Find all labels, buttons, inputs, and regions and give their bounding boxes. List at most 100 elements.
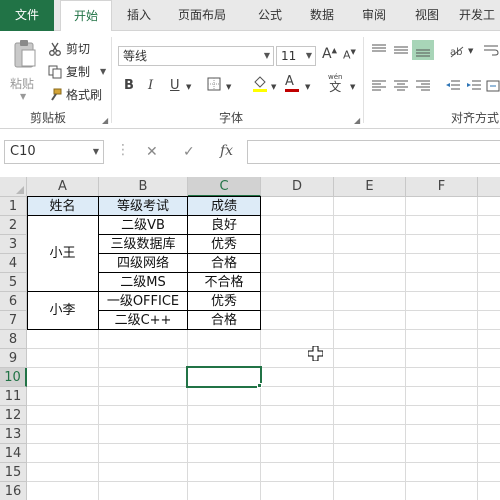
italic-button[interactable]: I (148, 78, 153, 93)
orientation-button[interactable]: ab (449, 43, 467, 63)
chevron-down-icon[interactable]: ▼ (305, 83, 310, 91)
column-header[interactable] (478, 177, 500, 197)
cell-b7[interactable]: 二级C++ (99, 311, 187, 330)
row-header[interactable]: 8 (0, 330, 27, 349)
paste-label[interactable]: 粘贴 (10, 75, 34, 92)
active-cell-c10[interactable] (186, 366, 262, 388)
tab-review[interactable]: 审阅 (352, 0, 396, 31)
cell-c3[interactable]: 优秀 (188, 235, 260, 254)
row-header[interactable]: 1 (0, 197, 27, 216)
row-header[interactable]: 3 (0, 235, 27, 254)
row-header[interactable]: 2 (0, 216, 27, 235)
align-left-button[interactable] (371, 79, 387, 97)
cell-a1[interactable]: 姓名 (27, 197, 98, 216)
cell-c1[interactable]: 成绩 (188, 197, 260, 216)
align-middle-button[interactable] (393, 43, 409, 61)
increase-indent-button[interactable] (466, 79, 482, 97)
dialog-launcher-icon[interactable]: ◢ (102, 116, 108, 125)
cell-c6[interactable]: 优秀 (188, 292, 260, 311)
row-header[interactable]: 7 (0, 311, 27, 330)
fill-color-button[interactable] (252, 75, 268, 97)
font-color-button[interactable]: A (285, 75, 299, 92)
column-header[interactable]: E (334, 177, 406, 197)
close-icon[interactable]: ✕ (146, 144, 158, 160)
row-header[interactable]: 4 (0, 254, 27, 273)
cell-c2[interactable]: 良好 (188, 216, 260, 235)
phonetic-guide-button[interactable]: wén 文 (328, 73, 342, 94)
chevron-down-icon[interactable]: ▼ (468, 47, 473, 55)
cell-c4[interactable]: 合格 (188, 254, 260, 273)
tab-view[interactable]: 视图 (405, 0, 449, 31)
row-header[interactable]: 12 (0, 406, 27, 425)
row-header[interactable]: 6 (0, 292, 27, 311)
tab-home[interactable]: 开始 (60, 0, 112, 32)
copy-button[interactable]: 复制 ▼ (48, 63, 106, 80)
shrink-font-button[interactable]: A▼ (343, 48, 356, 62)
align-top-button[interactable] (371, 43, 387, 61)
dialog-launcher-icon[interactable]: ◢ (354, 116, 360, 125)
fill-handle[interactable] (257, 383, 262, 388)
cut-button[interactable]: 剪切 (48, 40, 90, 57)
chevron-down-icon[interactable]: ▼ (100, 67, 106, 76)
cell-b6[interactable]: 一级OFFICE (99, 292, 187, 311)
column-header[interactable]: A (27, 177, 99, 197)
format-painter-button[interactable]: 格式刷 (48, 86, 102, 103)
bold-button[interactable]: B (124, 78, 134, 93)
row-header[interactable]: 16 (0, 482, 27, 500)
tab-page-layout[interactable]: 页面布局 (169, 0, 235, 31)
column-header[interactable]: B (99, 177, 188, 197)
row-header[interactable]: 10 (0, 368, 27, 387)
cell-b5[interactable]: 二级MS (99, 273, 187, 292)
name-box[interactable]: C10 ▼ (4, 140, 104, 164)
select-all-button[interactable] (0, 177, 27, 197)
row-header[interactable]: 5 (0, 273, 27, 292)
row-header[interactable]: 15 (0, 463, 27, 482)
align-bottom-button[interactable] (412, 40, 434, 60)
column-header[interactable]: D (261, 177, 334, 197)
decrease-indent-button[interactable] (445, 79, 461, 97)
wrap-text-button[interactable] (483, 43, 499, 61)
cell-a2[interactable]: 小王 (27, 244, 98, 263)
clipboard-icon (14, 40, 36, 68)
tab-data[interactable]: 数据 (300, 0, 344, 31)
chevron-down-icon[interactable]: ▼ (264, 47, 270, 65)
insert-function-button[interactable]: fx (220, 143, 233, 159)
align-center-button[interactable] (393, 79, 409, 97)
tab-file[interactable]: 文件 (0, 0, 54, 31)
font-name-combo[interactable]: 等线 ▼ (118, 46, 274, 66)
row-header[interactable]: 14 (0, 444, 27, 463)
chevron-down-icon[interactable]: ▼ (226, 83, 231, 91)
grow-font-button[interactable]: A▲ (322, 46, 337, 62)
cell-b1[interactable]: 等级考试 (99, 197, 187, 216)
chevron-down-icon[interactable]: ▼ (93, 141, 99, 163)
tab-formulas[interactable]: 公式 (248, 0, 292, 31)
cell-c7[interactable]: 合格 (188, 311, 260, 330)
cell-a6[interactable]: 小李 (27, 301, 98, 320)
chevron-down-icon[interactable]: ▼ (350, 83, 355, 91)
row-header[interactable]: 9 (0, 349, 27, 368)
cell-b4[interactable]: 四级网络 (99, 254, 187, 273)
underline-button[interactable]: U (170, 78, 180, 93)
worksheet-grid[interactable]: A B C D E F 1 2 3 4 5 6 7 8 9 10 11 12 1… (0, 177, 500, 500)
chevron-down-icon[interactable]: ▼ (271, 83, 276, 91)
chevron-down-icon[interactable]: ▼ (186, 83, 191, 91)
font-size-combo[interactable]: 11 ▼ (276, 46, 316, 66)
cell-b3[interactable]: 三级数据库 (99, 235, 187, 254)
borders-button[interactable] (207, 77, 221, 95)
paste-button[interactable] (8, 39, 42, 69)
tab-developer[interactable]: 开发工 (459, 0, 500, 31)
row-header[interactable]: 11 (0, 387, 27, 406)
format-painter-label: 格式刷 (66, 88, 103, 102)
check-icon[interactable]: ✓ (183, 144, 195, 160)
row-header[interactable]: 13 (0, 425, 27, 444)
cell-b2[interactable]: 二级VB (99, 216, 187, 235)
align-right-button[interactable] (415, 79, 431, 97)
tab-insert[interactable]: 插入 (117, 0, 161, 31)
chevron-down-icon[interactable]: ▼ (20, 92, 26, 101)
chevron-down-icon[interactable]: ▼ (306, 47, 312, 65)
merge-center-button[interactable] (486, 79, 500, 97)
formula-input[interactable] (247, 140, 500, 164)
column-header[interactable]: C (188, 177, 261, 197)
cell-c5[interactable]: 不合格 (188, 273, 260, 292)
column-header[interactable]: F (406, 177, 478, 197)
